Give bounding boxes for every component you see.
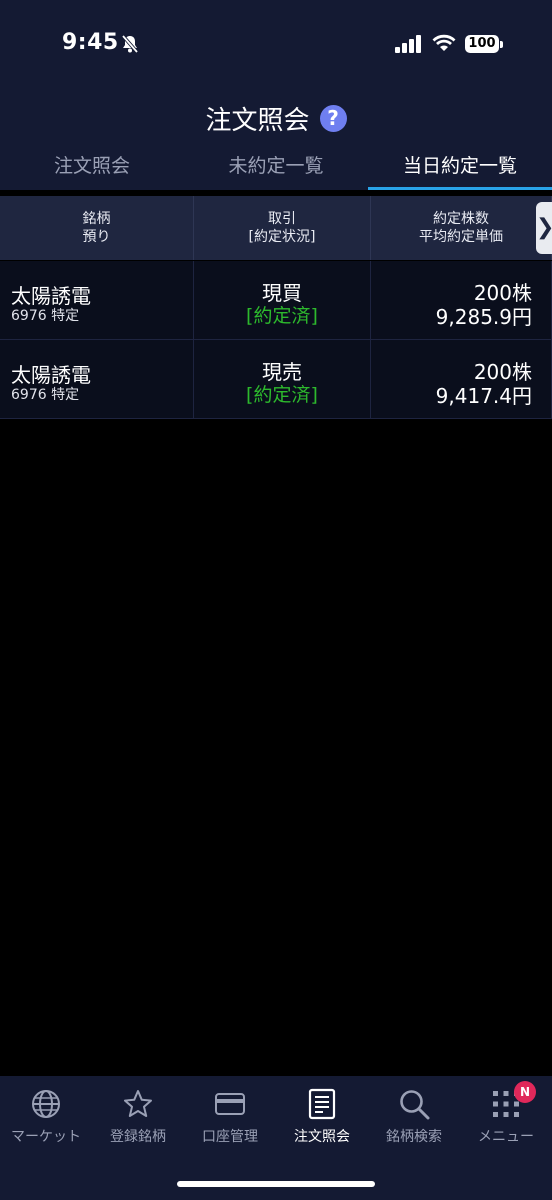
wifi-icon [432, 34, 456, 51]
table-header: 銘柄 預り 取引 [約定状況] 約定株数 平均約定単価 [0, 196, 552, 260]
average-price: 9,285.9円 [435, 305, 532, 329]
average-price: 9,417.4円 [435, 384, 532, 408]
quantity-cell: 200株 9,417.4円 [371, 340, 552, 418]
tab-order-inquiry[interactable]: 注文照会 [0, 148, 184, 190]
signal-icon [395, 35, 421, 53]
stock-cell: 太陽誘電 6976 特定 [0, 261, 194, 339]
document-icon [308, 1088, 336, 1120]
nav-label: マーケット [11, 1129, 81, 1145]
tab-unexecuted-list[interactable]: 未約定一覧 [184, 148, 368, 190]
nav-label: 銘柄検索 [386, 1129, 442, 1145]
battery-tip [500, 41, 503, 48]
status-time: 9:45 [62, 30, 119, 55]
table-row[interactable]: 太陽誘電 6976 特定 現買 [約定済] 200株 9,285.9円 [0, 261, 552, 340]
column-header-stock: 銘柄 預り [0, 196, 194, 260]
scroll-right-chevron-icon[interactable]: ❯ [536, 202, 552, 254]
trade-status: [約定済] [246, 305, 318, 327]
stock-cell: 太陽誘電 6976 特定 [0, 340, 194, 418]
column-header-trade-line1: 取引 [267, 211, 296, 227]
header: 注文照会 ? 注文照会 未約定一覧 当日約定一覧 [0, 86, 552, 190]
nav-label: メニュー [478, 1129, 534, 1145]
trade-cell: 現買 [約定済] [194, 261, 371, 339]
trade-cell: 現売 [約定済] [194, 340, 371, 418]
column-header-trade-line2: [約定状況] [248, 229, 316, 245]
column-header-trade: 取引 [約定状況] [194, 196, 371, 260]
globe-icon [32, 1090, 60, 1118]
column-header-quantity-line2: 平均約定単価 [418, 229, 503, 245]
home-indicator [177, 1181, 375, 1187]
battery-indicator: 100 [465, 35, 499, 53]
column-header-stock-line2: 預り [82, 229, 111, 245]
nav-item-stock-search[interactable]: 銘柄検索 [368, 1086, 460, 1156]
notification-badge: N [514, 1081, 536, 1103]
column-header-stock-line1: 銘柄 [82, 211, 111, 227]
bell-off-icon [121, 34, 139, 54]
nav-item-market[interactable]: マーケット [0, 1086, 92, 1156]
page-title: 注文照会 [205, 106, 310, 136]
star-icon [124, 1090, 152, 1117]
table-row[interactable]: 太陽誘電 6976 特定 現売 [約定済] 200株 9,417.4円 [0, 340, 552, 419]
page-title-bar: 注文照会 ? [0, 100, 552, 137]
nav-item-menu[interactable]: メニュー [460, 1086, 552, 1156]
card-icon [215, 1093, 245, 1115]
trade-status: [約定済] [246, 384, 318, 406]
tab-bar: 注文照会 未約定一覧 当日約定一覧 [0, 148, 552, 190]
nav-label: 登録銘柄 [110, 1129, 166, 1145]
tab-today-executed-list[interactable]: 当日約定一覧 [368, 148, 552, 190]
stock-code: 6976 特定 [11, 387, 80, 403]
quantity-cell: 200株 9,285.9円 [371, 261, 552, 339]
nav-item-order-inquiry[interactable]: 注文照会 [276, 1086, 368, 1156]
nav-label: 口座管理 [202, 1129, 258, 1145]
nav-item-watchlist[interactable]: 登録銘柄 [92, 1086, 184, 1156]
nav-item-account[interactable]: 口座管理 [184, 1086, 276, 1156]
column-header-quantity: 約定株数 平均約定単価 [371, 196, 552, 260]
search-icon [400, 1090, 430, 1120]
column-header-quantity-line1: 約定株数 [432, 211, 489, 227]
help-icon[interactable]: ? [319, 105, 347, 132]
status-bar: 9:45 100 [0, 0, 552, 86]
stock-code: 6976 特定 [11, 308, 80, 324]
nav-label: 注文照会 [294, 1129, 350, 1145]
